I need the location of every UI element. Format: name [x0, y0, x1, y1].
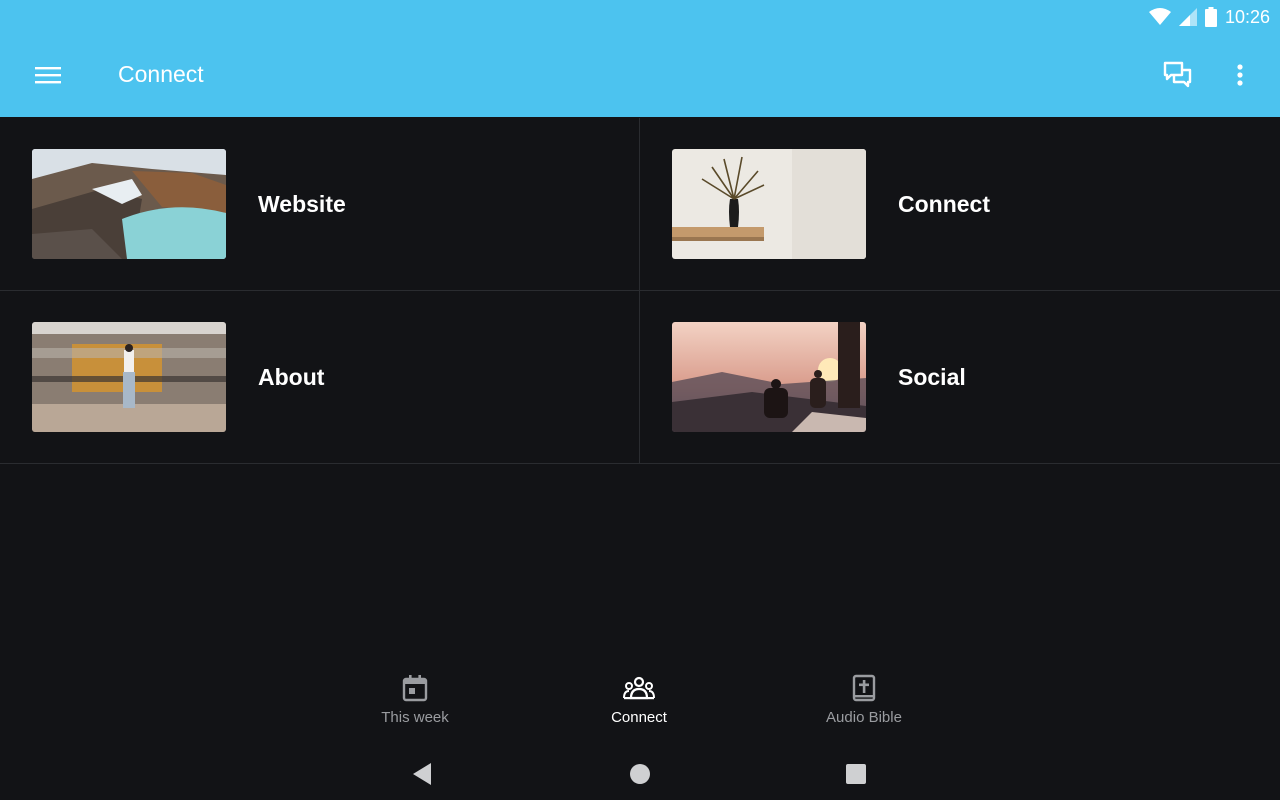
nav-label: Connect: [611, 709, 667, 726]
crater-lake-photo: [32, 149, 226, 259]
page-title: Connect: [118, 61, 204, 87]
home-icon: [630, 764, 650, 784]
more-vert-icon: [1237, 64, 1243, 86]
wifi-icon: [1148, 8, 1171, 25]
tile-label: Connect: [898, 191, 990, 217]
nav-audio-bible[interactable]: Audio Bible: [784, 664, 944, 736]
train-platform-photo: [32, 322, 226, 432]
nav-label: This week: [381, 709, 449, 726]
tile-label: Website: [258, 191, 346, 217]
sunset-hikers-photo: [672, 322, 866, 432]
vase-on-shelf-photo: [672, 149, 866, 259]
tile-label: About: [258, 364, 325, 390]
recents-button[interactable]: [836, 754, 876, 794]
bottom-navigation: This week Connect Audio Bible: [0, 664, 1280, 736]
menu-icon: [35, 67, 61, 84]
tile-label: Social: [898, 364, 966, 390]
status-time: 10:26: [1224, 6, 1270, 27]
more-options-button[interactable]: [1216, 53, 1264, 97]
status-icons: 10:26: [1148, 6, 1270, 28]
tile-website[interactable]: Website: [0, 118, 640, 291]
calendar-icon: [402, 675, 428, 702]
status-bar: 10:26: [0, 0, 1280, 34]
back-icon: [413, 763, 431, 785]
chat-button[interactable]: [1154, 53, 1202, 97]
menu-button[interactable]: [24, 53, 72, 97]
nav-connect[interactable]: Connect: [559, 664, 719, 736]
bible-icon: [852, 674, 876, 702]
tile-connect[interactable]: Connect: [640, 118, 1280, 291]
back-button[interactable]: [402, 754, 442, 794]
chat-icon: [1163, 61, 1192, 88]
nav-label: Audio Bible: [826, 709, 902, 726]
battery-icon: [1204, 7, 1217, 27]
tile-about[interactable]: About: [0, 291, 640, 464]
connect-grid: Website Connect About Social: [0, 118, 1280, 464]
app-bar: Connect: [0, 34, 1280, 117]
signal-icon: [1178, 8, 1197, 26]
recents-icon: [846, 764, 866, 784]
home-button[interactable]: [620, 754, 660, 794]
nav-this-week[interactable]: This week: [335, 664, 495, 736]
tile-social[interactable]: Social: [640, 291, 1280, 464]
system-navigation-bar: [0, 744, 1280, 800]
group-icon: [623, 676, 655, 700]
